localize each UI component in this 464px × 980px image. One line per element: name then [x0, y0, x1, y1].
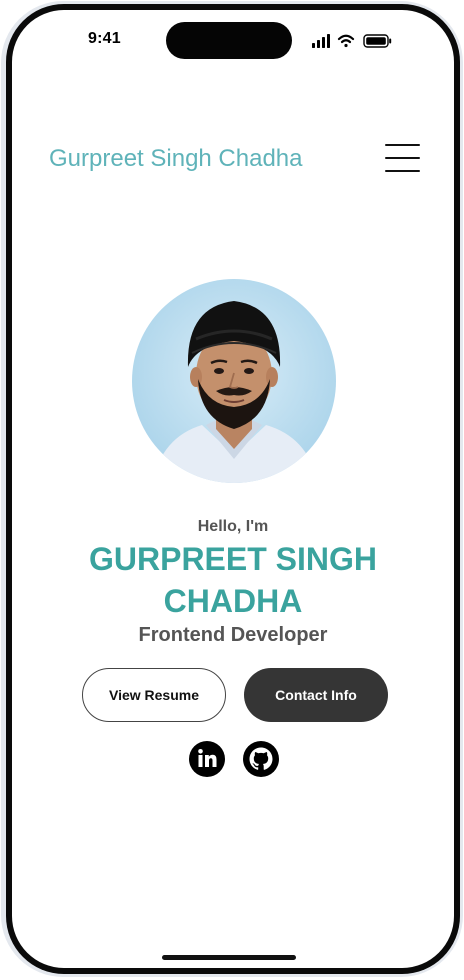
- dynamic-island: [166, 22, 292, 59]
- linkedin-icon[interactable]: [189, 741, 225, 777]
- profile-avatar: [132, 279, 336, 483]
- status-icons: [312, 34, 392, 48]
- hero-name-line-1: GURPREET SINGH: [88, 541, 378, 577]
- status-time: 9:41: [88, 30, 121, 47]
- view-resume-button[interactable]: View Resume: [82, 668, 226, 722]
- phone-screen: 9:41 Gurpreet Singh Chadha Hello, I'm GU…: [12, 10, 454, 968]
- hamburger-menu-icon[interactable]: [384, 142, 422, 176]
- signal-icon: [312, 34, 330, 48]
- menu-line: [385, 157, 420, 159]
- wifi-icon: [337, 34, 355, 48]
- role-title: Frontend Developer: [138, 624, 328, 646]
- menu-line: [385, 170, 420, 172]
- contact-info-button[interactable]: Contact Info: [244, 668, 388, 722]
- github-icon[interactable]: [243, 741, 279, 777]
- greeting-text: Hello, I'm: [197, 518, 269, 535]
- battery-icon: [363, 34, 392, 48]
- hero-name-line-2: CHADHA: [163, 583, 303, 619]
- brand-name[interactable]: Gurpreet Singh Chadha: [49, 145, 303, 173]
- menu-line: [385, 144, 420, 146]
- home-indicator[interactable]: [162, 955, 296, 960]
- hero-name: GURPREET SINGH CHADHA: [12, 538, 454, 622]
